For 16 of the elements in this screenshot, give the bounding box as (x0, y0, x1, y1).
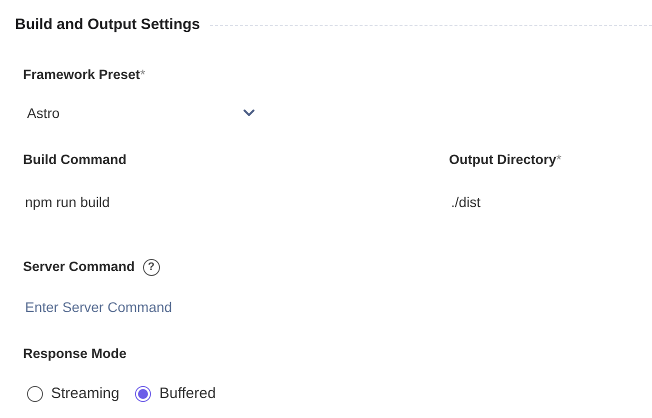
radio-option[interactable]: Buffered (135, 382, 216, 405)
radio-icon[interactable] (27, 386, 43, 402)
radio-option[interactable]: Streaming (27, 382, 120, 405)
help-icon[interactable]: ? (142, 258, 160, 276)
server-command-field[interactable]: Enter Server Command (25, 297, 325, 318)
section-title: Build and Output Settings (15, 15, 200, 35)
framework-select[interactable]: Astro (23, 102, 255, 124)
field-label: Response Mode (23, 345, 127, 364)
field-label: Output Directory* (449, 150, 562, 169)
output-directory-field[interactable]: ./dist (451, 192, 631, 213)
radio-icon[interactable] (135, 386, 152, 402)
field-label: Build Command (23, 150, 126, 169)
field-label: Server Command (23, 258, 135, 276)
field-label: Framework Preset* (23, 66, 146, 84)
build-command-field[interactable]: npm run build (25, 192, 205, 213)
chevron-down-icon (243, 109, 255, 118)
